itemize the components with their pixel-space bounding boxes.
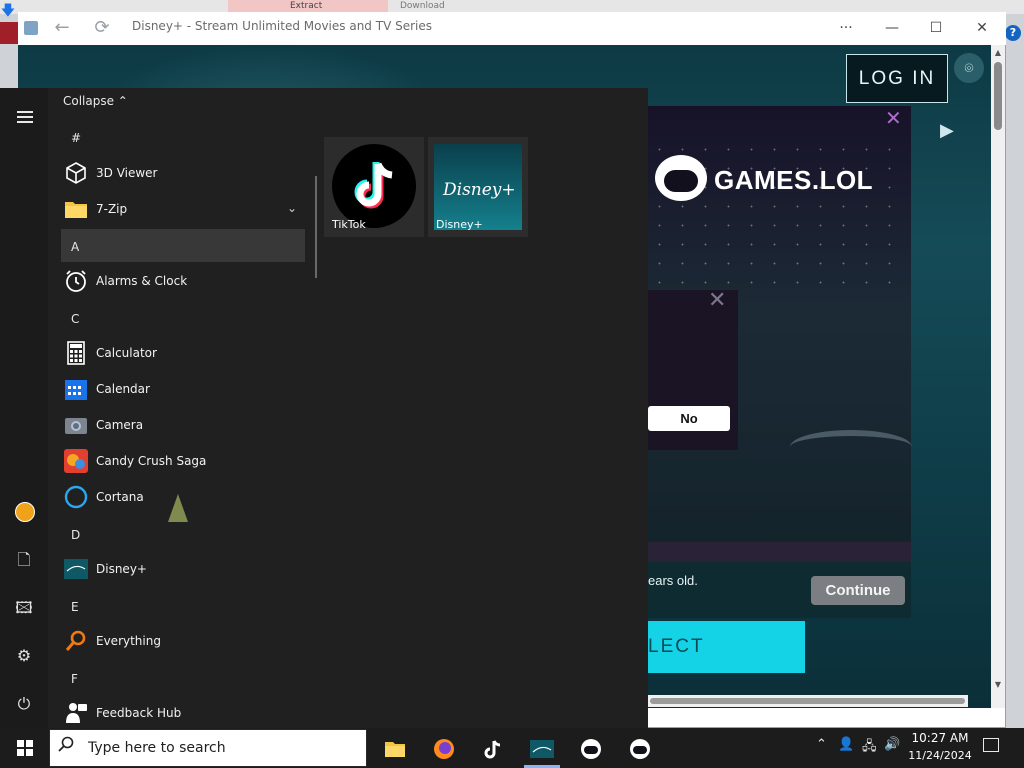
group-header-a[interactable]: A [71, 240, 79, 254]
app-disney-plus[interactable]: Disney+ [96, 562, 147, 576]
app-calculator[interactable]: Calculator [96, 346, 157, 360]
list-scrollbar[interactable] [315, 176, 317, 278]
alarm-clock-icon [66, 270, 86, 292]
action-center-icon[interactable] [983, 738, 999, 752]
folder-icon [65, 202, 87, 218]
scroll-down-icon[interactable]: ▼ [991, 678, 1005, 692]
app-candy-crush-saga[interactable]: Candy Crush Saga [96, 454, 206, 468]
carousel-next-icon[interactable]: ▶ [940, 120, 954, 141]
desktop-red-shortcut[interactable] [0, 22, 18, 44]
group-header-d[interactable]: D [71, 528, 80, 542]
chevron-down-icon[interactable]: ⌄ [287, 201, 297, 215]
close-window-button[interactable]: ✕ [966, 14, 998, 42]
back-arrow-icon[interactable]: ← [48, 14, 76, 42]
taskbar-date[interactable]: 11/24/2024 [906, 749, 974, 762]
games-lol-taskbar-icon[interactable] [574, 732, 608, 766]
horizontal-scrollbar-thumb[interactable] [650, 698, 965, 704]
taskbar-clock[interactable]: 10:27 AM [906, 731, 974, 745]
show-hidden-icons-chevron[interactable]: ⌃ [816, 737, 827, 752]
no-button[interactable]: No [648, 406, 730, 431]
calculator-icon [67, 341, 85, 365]
games-lol-taskbar-icon-2[interactable] [623, 732, 657, 766]
continue-button[interactable]: Continue [811, 576, 905, 605]
app-everything[interactable]: Everything [96, 634, 161, 648]
group-header-a-highlight[interactable] [61, 229, 305, 262]
feedback-hub-icon [66, 703, 87, 723]
power-icon[interactable]: ⏻ [12, 692, 36, 716]
select-button[interactable]: LECT [648, 621, 805, 673]
group-header-e[interactable]: E [71, 600, 79, 614]
collapse-button[interactable]: Collapse ⌃ [63, 94, 128, 108]
scrollbar-thumb[interactable] [994, 62, 1002, 130]
people-tray-icon[interactable]: 👤 [838, 737, 854, 752]
group-header-hash[interactable]: # [71, 131, 81, 145]
volume-icon[interactable]: 🔊 [884, 737, 900, 752]
settings-gear-icon[interactable]: ⚙ [12, 644, 36, 668]
user-avatar[interactable] [15, 502, 35, 522]
calendar-icon [65, 380, 87, 400]
3d-viewer-icon [66, 162, 86, 184]
more-options-button[interactable]: ··· [830, 14, 862, 42]
dialog-close-icon[interactable]: ✕ [708, 288, 726, 313]
popup-close-icon[interactable]: ✕ [885, 108, 902, 128]
screenshot-icon[interactable]: ⌾ [954, 53, 984, 83]
search-placeholder[interactable]: Type here to search [88, 740, 226, 756]
camera-icon [65, 418, 87, 434]
network-icon[interactable]: 🖧 [862, 737, 877, 759]
download-arrow-icon[interactable]: 🡇 [0, 0, 16, 22]
cortana-icon [64, 485, 88, 509]
login-button[interactable]: LOG IN [846, 54, 948, 103]
app-camera[interactable]: Camera [96, 418, 143, 432]
refresh-icon[interactable]: ⟳ [88, 14, 116, 42]
pictures-icon[interactable]: 🖾 [12, 596, 36, 620]
app-alarms-clock[interactable]: Alarms & Clock [96, 274, 187, 288]
tab-favicon-icon [24, 21, 38, 35]
group-header-c[interactable]: C [71, 312, 79, 326]
popup-bottom-band [648, 542, 911, 562]
mouse-cursor-icon [168, 494, 188, 522]
disney-plus-taskbar-icon[interactable] [525, 732, 559, 766]
help-icon[interactable]: ? [1005, 25, 1021, 41]
app-cortana[interactable]: Cortana [96, 490, 144, 504]
app-feedback-hub[interactable]: Feedback Hub [96, 706, 181, 720]
background-window-tab-2[interactable]: Download [392, 0, 520, 12]
disney-logo-icon: Disney+ [443, 180, 516, 200]
windows-start-icon[interactable] [17, 740, 33, 756]
group-header-f[interactable]: F [71, 672, 78, 686]
app-calendar[interactable]: Calendar [96, 382, 150, 396]
file-explorer-icon[interactable] [378, 732, 412, 766]
age-gate-text: ears old. [648, 573, 698, 588]
games-lol-brand: GAMES.LOL [714, 165, 874, 195]
everything-search-icon [65, 630, 86, 651]
candy-crush-icon [64, 449, 88, 473]
tiktok-taskbar-icon[interactable] [476, 732, 510, 766]
tiktok-logo-icon [332, 144, 416, 228]
decorative-pipe [790, 430, 912, 464]
hamburger-menu-icon[interactable] [17, 111, 33, 123]
tile-disney-plus-label: Disney+ [436, 218, 483, 231]
firefox-icon[interactable] [427, 732, 461, 766]
tile-tiktok-label: TikTok [332, 218, 366, 231]
app-3d-viewer[interactable]: 3D Viewer [96, 166, 157, 180]
page-title: Disney+ - Stream Unlimited Movies and TV… [132, 19, 432, 33]
vertical-scrollbar[interactable] [991, 45, 1005, 708]
disney-plus-icon [64, 559, 88, 579]
maximize-button[interactable]: ☐ [920, 14, 952, 42]
minimize-button[interactable]: — [876, 14, 908, 42]
documents-icon[interactable]: 🗋 [12, 548, 36, 572]
games-lol-logo-visor [664, 170, 698, 192]
app-7-zip[interactable]: 7-Zip [96, 202, 127, 216]
background-window-tab[interactable]: Extract [228, 0, 388, 12]
scroll-up-icon[interactable]: ▲ [991, 46, 1005, 60]
search-icon [58, 736, 74, 752]
start-menu-rail [0, 88, 48, 728]
